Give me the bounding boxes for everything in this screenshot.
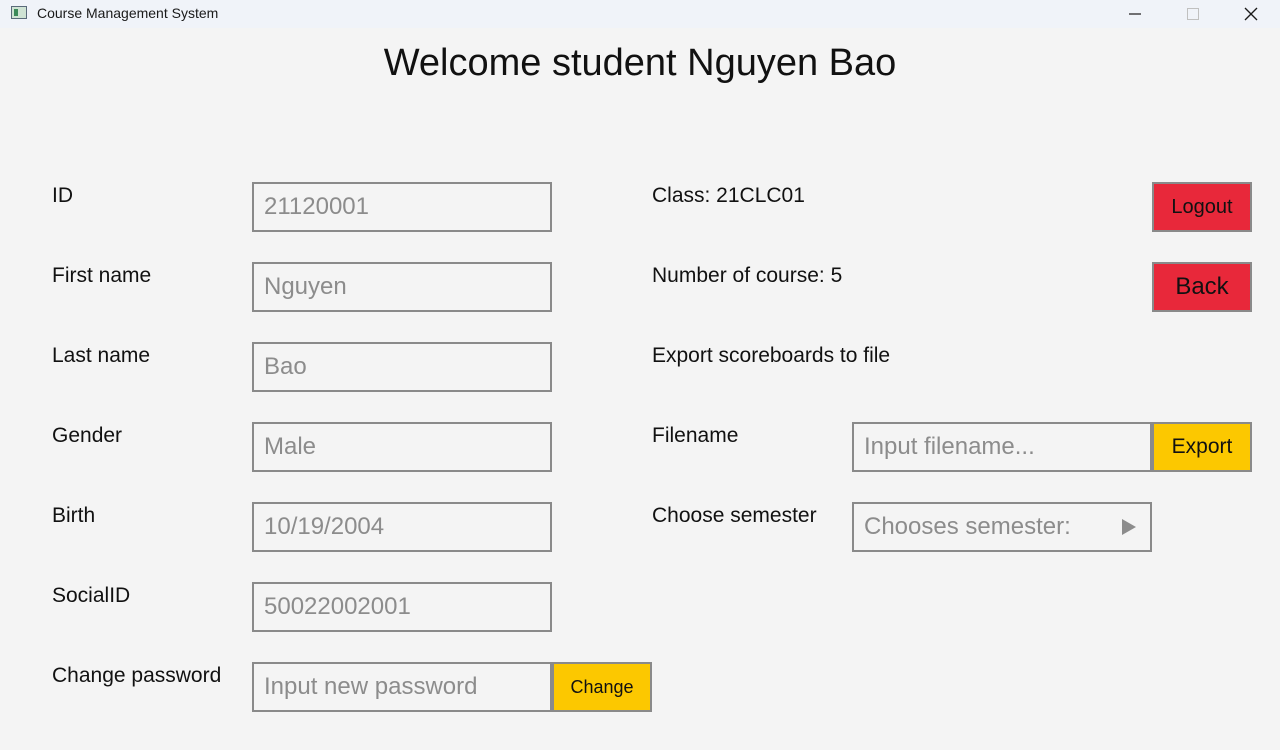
app-icon [11, 6, 27, 19]
birth-label: Birth [52, 504, 96, 527]
gender-label: Gender [52, 424, 123, 447]
maximize-icon [1187, 8, 1199, 20]
export-button[interactable]: Export [1152, 422, 1252, 472]
minimize-button[interactable] [1106, 0, 1164, 28]
change-password-label: Change password [52, 664, 222, 687]
class-text: Class: 21CLC01 [652, 184, 805, 207]
semester-select[interactable]: Chooses semester: [852, 502, 1152, 552]
title-bar: Course Management System [0, 0, 1280, 28]
first-name-field[interactable]: Nguyen [252, 262, 552, 312]
minimize-icon [1129, 13, 1141, 15]
window-title: Course Management System [37, 5, 219, 21]
maximize-button[interactable] [1164, 0, 1222, 28]
new-password-input[interactable]: Input new password [252, 662, 552, 712]
social-id-label: SocialID [52, 584, 131, 607]
birth-field[interactable]: 10/19/2004 [252, 502, 552, 552]
welcome-heading: Welcome student Nguyen Bao [383, 42, 897, 84]
close-icon [1244, 7, 1258, 21]
last-name-field[interactable]: Bao [252, 342, 552, 392]
filename-label: Filename [652, 424, 739, 447]
last-name-label: Last name [52, 344, 151, 367]
export-heading: Export scoreboards to file [652, 344, 891, 367]
main-window: Course Management System Welcome student… [0, 0, 1280, 750]
back-button[interactable]: Back [1152, 262, 1252, 312]
gender-field[interactable]: Male [252, 422, 552, 472]
close-button[interactable] [1222, 0, 1280, 28]
filename-input[interactable]: Input filename... [852, 422, 1152, 472]
course-count-text: Number of course: 5 [652, 264, 843, 287]
id-label: ID [52, 184, 73, 207]
id-field[interactable]: 21120001 [252, 182, 552, 232]
change-password-button[interactable]: Change [552, 662, 652, 712]
semester-select-value: Chooses semester: [864, 513, 1071, 540]
social-id-field[interactable]: 50022002001 [252, 582, 552, 632]
logout-button[interactable]: Logout [1152, 182, 1252, 232]
play-arrow-icon [1122, 519, 1136, 535]
semester-label: Choose semester [652, 504, 817, 527]
first-name-label: First name [52, 264, 152, 287]
